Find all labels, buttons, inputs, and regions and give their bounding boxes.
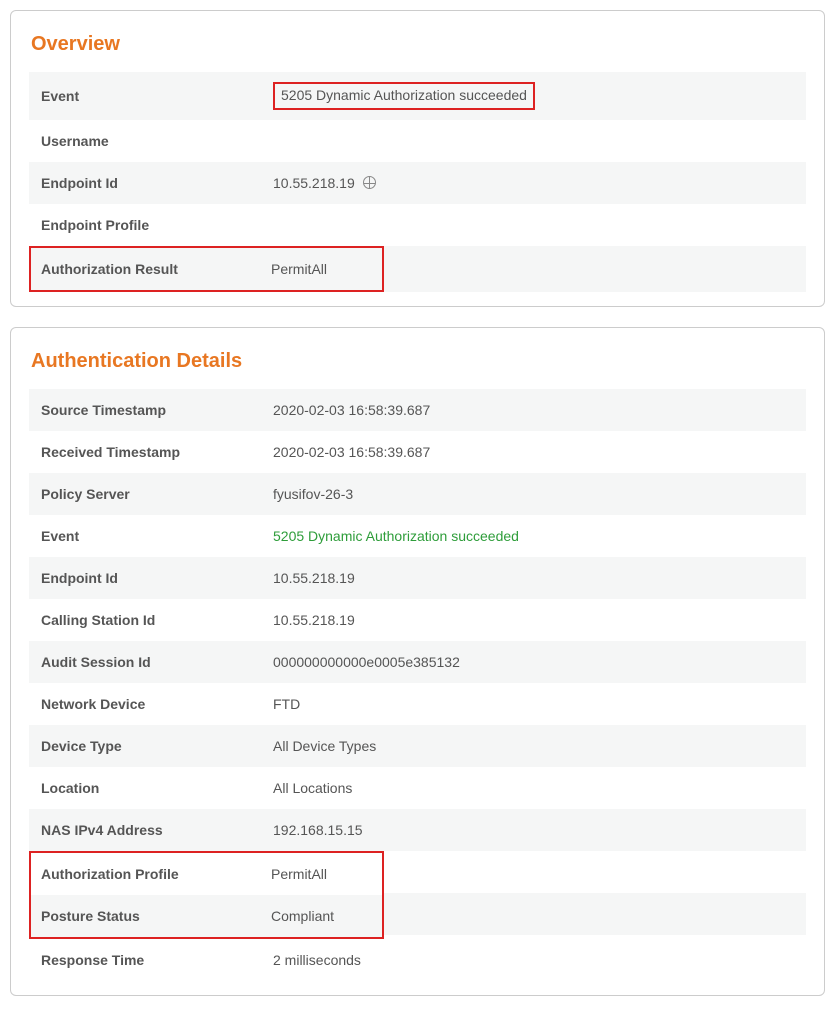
row-event2: Event 5205 Dynamic Authorization succeed… — [29, 515, 806, 557]
value-nas-ipv4: 192.168.15.15 — [269, 812, 806, 848]
row-username: Username — [29, 120, 806, 162]
row-auth-result: Authorization Result PermitAll — [29, 246, 806, 292]
label-audit-session: Audit Session Id — [29, 644, 269, 680]
row-nas-ipv4: NAS IPv4 Address 192.168.15.15 — [29, 809, 806, 851]
label-received-ts: Received Timestamp — [29, 434, 269, 470]
label-endpoint-id: Endpoint Id — [29, 165, 269, 201]
auth-details-panel: Authentication Details Source Timestamp … — [10, 327, 825, 996]
row-endpoint-id2: Endpoint Id 10.55.218.19 — [29, 557, 806, 599]
value-posture-status: Compliant — [267, 898, 382, 934]
auth-profile-posture-highlight: Authorization Profile PermitAll Posture … — [29, 851, 384, 939]
label-response-time: Response Time — [29, 942, 269, 978]
row-endpoint-profile: Endpoint Profile — [29, 204, 806, 246]
value-endpoint-id: 10.55.218.19 — [273, 175, 355, 191]
label-endpoint-profile: Endpoint Profile — [29, 207, 269, 243]
row-location: Location All Locations — [29, 767, 806, 809]
label-nas-ipv4: NAS IPv4 Address — [29, 812, 269, 848]
value-audit-session: 000000000000e0005e385132 — [269, 644, 806, 680]
value-calling-station: 10.55.218.19 — [269, 602, 806, 638]
row-calling-station: Calling Station Id 10.55.218.19 — [29, 599, 806, 641]
row-network-device: Network Device FTD — [29, 683, 806, 725]
row-received-ts: Received Timestamp 2020-02-03 16:58:39.6… — [29, 431, 806, 473]
auth-details-rows: Source Timestamp 2020-02-03 16:58:39.687… — [29, 389, 806, 981]
label-source-ts: Source Timestamp — [29, 392, 269, 428]
row-device-type: Device Type All Device Types — [29, 725, 806, 767]
row-endpoint-id: Endpoint Id 10.55.218.19 — [29, 162, 806, 204]
value-policy-server: fyusifov-26-3 — [269, 476, 806, 512]
value-endpoint-profile — [269, 215, 806, 235]
value-event-wrap: 5205 Dynamic Authorization succeeded — [269, 72, 806, 120]
row-audit-session: Audit Session Id 000000000000e0005e38513… — [29, 641, 806, 683]
value-event2: 5205 Dynamic Authorization succeeded — [269, 518, 806, 554]
row-auth-profile-posture-wrap: Authorization Profile PermitAll Posture … — [29, 851, 806, 939]
label-username: Username — [29, 123, 269, 159]
value-endpoint-id-wrap: 10.55.218.19 — [269, 165, 806, 201]
value-username — [269, 131, 806, 151]
row-posture-status: Posture Status Compliant — [31, 895, 382, 937]
label-policy-server: Policy Server — [29, 476, 269, 512]
value-auth-profile: PermitAll — [267, 856, 382, 892]
value-received-ts: 2020-02-03 16:58:39.687 — [269, 434, 806, 470]
auth-details-title: Authentication Details — [31, 350, 806, 373]
row-event: Event 5205 Dynamic Authorization succeed… — [29, 72, 806, 120]
auth-result-highlight: Authorization Result PermitAll — [29, 246, 384, 292]
row-response-time: Response Time 2 milliseconds — [29, 939, 806, 981]
value-event: 5205 Dynamic Authorization succeeded — [273, 82, 535, 110]
label-auth-profile: Authorization Profile — [31, 856, 267, 892]
label-location: Location — [29, 770, 269, 806]
value-device-type: All Device Types — [269, 728, 806, 764]
value-source-ts: 2020-02-03 16:58:39.687 — [269, 392, 806, 428]
label-posture-status: Posture Status — [31, 898, 267, 934]
label-endpoint-id2: Endpoint Id — [29, 560, 269, 596]
overview-panel: Overview Event 5205 Dynamic Authorizatio… — [10, 10, 825, 307]
row-auth-profile: Authorization Profile PermitAll — [31, 853, 382, 895]
overview-title: Overview — [31, 33, 806, 56]
overview-rows: Event 5205 Dynamic Authorization succeed… — [29, 72, 806, 292]
row-source-ts: Source Timestamp 2020-02-03 16:58:39.687 — [29, 389, 806, 431]
globe-icon[interactable] — [363, 176, 376, 189]
label-event: Event — [29, 78, 269, 114]
value-location: All Locations — [269, 770, 806, 806]
label-device-type: Device Type — [29, 728, 269, 764]
label-network-device: Network Device — [29, 686, 269, 722]
row-policy-server: Policy Server fyusifov-26-3 — [29, 473, 806, 515]
label-calling-station: Calling Station Id — [29, 602, 269, 638]
value-response-time: 2 milliseconds — [269, 942, 806, 978]
value-network-device: FTD — [269, 686, 806, 722]
value-endpoint-id2: 10.55.218.19 — [269, 560, 806, 596]
value-auth-result: PermitAll — [267, 251, 382, 287]
label-auth-result: Authorization Result — [31, 251, 267, 287]
label-event2: Event — [29, 518, 269, 554]
